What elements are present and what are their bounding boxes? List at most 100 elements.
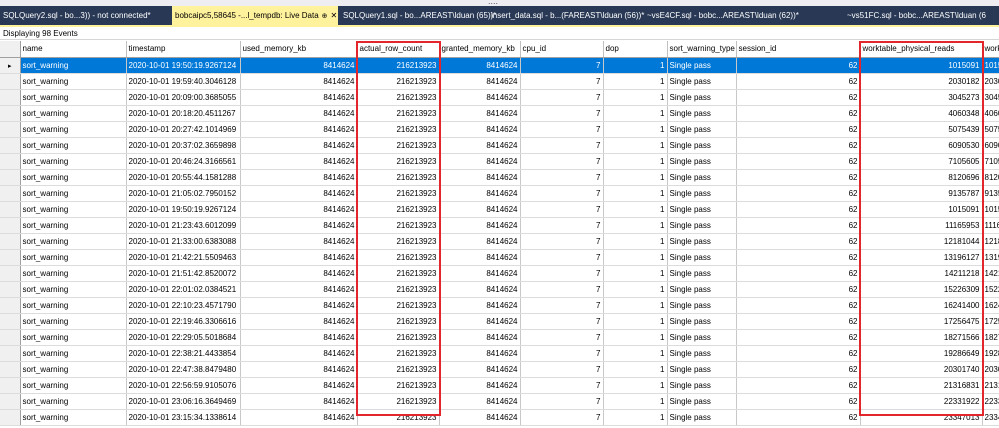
cell-used-memory-kb[interactable]: 8414624 (240, 169, 358, 186)
cell-dop[interactable]: 1 (603, 153, 668, 170)
cell-timestamp[interactable]: 2020-10-01 20:46:24.3166561 (126, 153, 241, 170)
cell-name[interactable]: sort_warning (20, 233, 127, 250)
cell-used-memory-kb[interactable]: 8414624 (240, 345, 358, 362)
table-row[interactable]: sort_warning 2020-10-01 20:18:20.4511267 8… (0, 105, 999, 122)
column-header-granted-memory-kb[interactable]: granted_memory_kb (439, 41, 521, 58)
cell-timestamp[interactable]: 2020-10-01 19:50:19.9267124 (126, 57, 241, 74)
cell-granted-memory-kb[interactable]: 8414624 (439, 105, 521, 122)
cell-worktable-physical-writes[interactable]: 14211218 (982, 265, 999, 282)
cell-name[interactable]: sort_warning (20, 73, 127, 90)
cell-used-memory-kb[interactable]: 8414624 (240, 249, 358, 266)
cell-session-id[interactable]: 62 (736, 345, 861, 362)
cell-sort-warning-type[interactable]: Single pass (667, 249, 737, 266)
cell-sort-warning-type[interactable]: Single pass (667, 265, 737, 282)
cell-name[interactable]: sort_warning (20, 137, 127, 154)
cell-granted-memory-kb[interactable]: 8414624 (439, 137, 521, 154)
cell-actual-row-count[interactable]: 216213923 (357, 169, 440, 186)
cell-name[interactable]: sort_warning (20, 329, 127, 346)
cell-dop[interactable]: 1 (603, 89, 668, 106)
cell-used-memory-kb[interactable]: 8414624 (240, 105, 358, 122)
cell-used-memory-kb[interactable]: 8414624 (240, 281, 358, 298)
row-selector[interactable] (0, 361, 21, 378)
cell-dop[interactable]: 1 (603, 329, 668, 346)
cell-cpu-id[interactable]: 7 (520, 137, 604, 154)
cell-session-id[interactable]: 62 (736, 281, 861, 298)
cell-session-id[interactable]: 62 (736, 361, 861, 378)
cell-actual-row-count[interactable]: 216213923 (357, 329, 440, 346)
cell-actual-row-count[interactable]: 216213923 (357, 393, 440, 410)
cell-session-id[interactable]: 62 (736, 249, 861, 266)
cell-timestamp[interactable]: 2020-10-01 21:42:21.5509463 (126, 249, 241, 266)
cell-session-id[interactable]: 62 (736, 137, 861, 154)
cell-worktable-physical-reads[interactable]: 1015091 (860, 57, 983, 74)
column-header-used-memory-kb[interactable]: used_memory_kb (240, 41, 358, 58)
cell-name[interactable]: sort_warning (20, 153, 127, 170)
cell-granted-memory-kb[interactable]: 8414624 (439, 89, 521, 106)
cell-name[interactable]: sort_warning (20, 409, 127, 426)
cell-sort-warning-type[interactable]: Single pass (667, 137, 737, 154)
cell-worktable-physical-reads[interactable]: 9135787 (860, 185, 983, 202)
cell-worktable-physical-reads[interactable]: 19286649 (860, 345, 983, 362)
cell-used-memory-kb[interactable]: 8414624 (240, 409, 358, 426)
cell-name[interactable]: sort_warning (20, 297, 127, 314)
cell-sort-warning-type[interactable]: Single pass (667, 329, 737, 346)
cell-session-id[interactable]: 62 (736, 409, 861, 426)
cell-cpu-id[interactable]: 7 (520, 297, 604, 314)
cell-worktable-physical-reads[interactable]: 23347013 (860, 409, 983, 426)
cell-granted-memory-kb[interactable]: 8414624 (439, 361, 521, 378)
cell-session-id[interactable]: 62 (736, 89, 861, 106)
cell-sort-warning-type[interactable]: Single pass (667, 169, 737, 186)
cell-cpu-id[interactable]: 7 (520, 201, 604, 218)
cell-used-memory-kb[interactable]: 8414624 (240, 233, 358, 250)
cell-used-memory-kb[interactable]: 8414624 (240, 89, 358, 106)
cell-actual-row-count[interactable]: 216213923 (357, 201, 440, 218)
cell-worktable-physical-reads[interactable]: 20301740 (860, 361, 983, 378)
column-header-worktable-physical-reads[interactable]: worktable_physical_reads (860, 41, 983, 58)
cell-actual-row-count[interactable]: 216213923 (357, 313, 440, 330)
cell-name[interactable]: sort_warning (20, 217, 127, 234)
cell-dop[interactable]: 1 (603, 185, 668, 202)
cell-used-memory-kb[interactable]: 8414624 (240, 265, 358, 282)
cell-granted-memory-kb[interactable]: 8414624 (439, 73, 521, 90)
cell-dop[interactable]: 1 (603, 265, 668, 282)
cell-name[interactable]: sort_warning (20, 249, 127, 266)
cell-worktable-physical-writes[interactable]: 1015091 (982, 57, 999, 74)
row-selector[interactable] (0, 121, 21, 138)
cell-granted-memory-kb[interactable]: 8414624 (439, 185, 521, 202)
cell-actual-row-count[interactable]: 216213923 (357, 377, 440, 394)
cell-granted-memory-kb[interactable]: 8414624 (439, 57, 521, 74)
row-selector[interactable] (0, 217, 21, 234)
cell-cpu-id[interactable]: 7 (520, 377, 604, 394)
cell-granted-memory-kb[interactable]: 8414624 (439, 329, 521, 346)
cell-actual-row-count[interactable]: 216213923 (357, 105, 440, 122)
cell-sort-warning-type[interactable]: Single pass (667, 73, 737, 90)
cell-name[interactable]: sort_warning (20, 281, 127, 298)
cell-session-id[interactable]: 62 (736, 153, 861, 170)
cell-actual-row-count[interactable]: 216213923 (357, 137, 440, 154)
table-row[interactable]: sort_warning 2020-10-01 22:56:59.9105076 8… (0, 377, 999, 394)
cell-sort-warning-type[interactable]: Single pass (667, 377, 737, 394)
cell-cpu-id[interactable]: 7 (520, 233, 604, 250)
cell-timestamp[interactable]: 2020-10-01 19:59:40.3046128 (126, 73, 241, 90)
cell-cpu-id[interactable]: 7 (520, 169, 604, 186)
cell-worktable-physical-writes[interactable]: 12181044 (982, 233, 999, 250)
row-selector[interactable] (0, 137, 21, 154)
cell-worktable-physical-writes[interactable]: 1015091 (982, 201, 999, 218)
tab-0[interactable]: SQLQuery2.sql - bo...3)) - not connected… (0, 6, 170, 25)
tab-3[interactable]: insert_data.sql - b...(FAREAST\lduan (56… (488, 6, 645, 25)
cell-worktable-physical-writes[interactable]: 3045273 (982, 89, 999, 106)
column-header-timestamp[interactable]: timestamp (126, 41, 241, 58)
cell-worktable-physical-writes[interactable]: 20301740 (982, 361, 999, 378)
cell-worktable-physical-reads[interactable]: 22331922 (860, 393, 983, 410)
cell-name[interactable]: sort_warning (20, 313, 127, 330)
table-row[interactable]: sort_warning 2020-10-01 22:19:46.3306616 8… (0, 313, 999, 330)
table-row[interactable]: sort_warning 2020-10-01 22:38:21.4433854 8… (0, 345, 999, 362)
cell-granted-memory-kb[interactable]: 8414624 (439, 153, 521, 170)
cell-actual-row-count[interactable]: 216213923 (357, 409, 440, 426)
cell-used-memory-kb[interactable]: 8414624 (240, 393, 358, 410)
cell-dop[interactable]: 1 (603, 169, 668, 186)
cell-cpu-id[interactable]: 7 (520, 217, 604, 234)
table-row[interactable]: sort_warning 2020-10-01 21:05:02.7950152 8… (0, 185, 999, 202)
cell-session-id[interactable]: 62 (736, 185, 861, 202)
cell-sort-warning-type[interactable]: Single pass (667, 345, 737, 362)
